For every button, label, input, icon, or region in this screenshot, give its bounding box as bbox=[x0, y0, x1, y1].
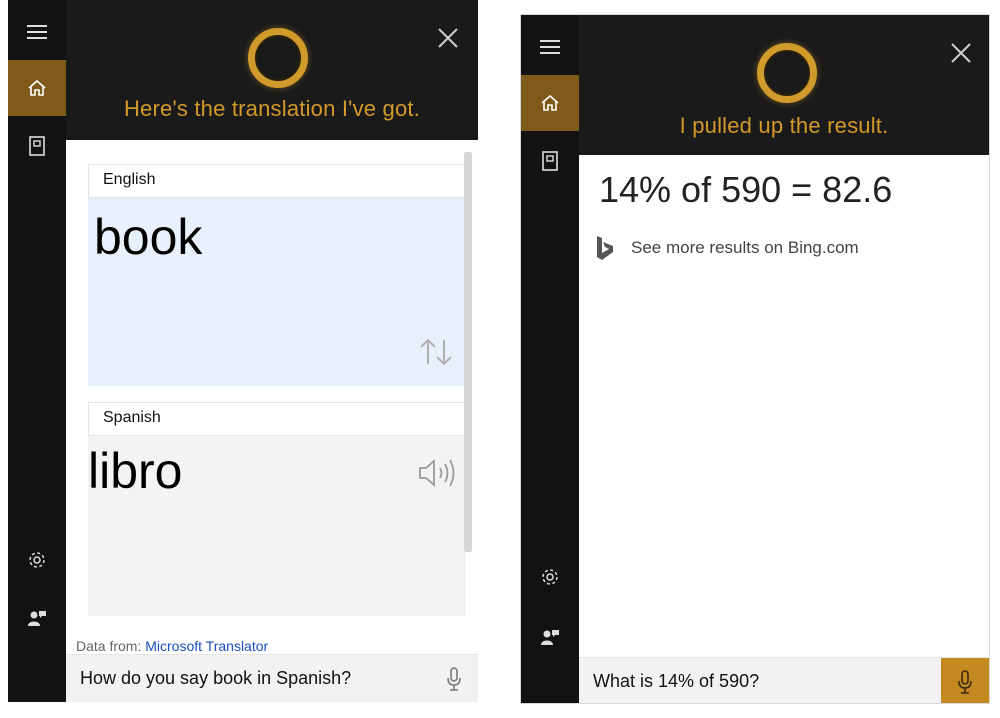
menu-button[interactable] bbox=[521, 19, 579, 75]
bing-link-text[interactable]: See more results on Bing.com bbox=[631, 238, 859, 258]
notebook-icon bbox=[29, 136, 45, 156]
header-message: I pulled up the result. bbox=[679, 113, 889, 138]
cortana-ring-icon bbox=[757, 43, 817, 103]
left-rail bbox=[8, 0, 66, 702]
source-language-selector[interactable]: English bbox=[88, 164, 466, 198]
home-button[interactable] bbox=[8, 60, 66, 116]
speaker-icon[interactable] bbox=[418, 458, 458, 488]
notebook-icon bbox=[542, 151, 558, 171]
target-text-area: Spanish libro bbox=[88, 402, 466, 616]
scrollbar-thumb[interactable] bbox=[464, 152, 472, 552]
cortana-translation-panel: Here's the translation I've got. English… bbox=[8, 0, 478, 702]
source-word: book bbox=[94, 209, 203, 265]
home-button[interactable] bbox=[521, 75, 579, 131]
attribution: Data from: Microsoft Translator bbox=[76, 638, 268, 654]
settings-button[interactable] bbox=[521, 549, 579, 605]
microphone-icon bbox=[447, 667, 461, 691]
target-language-selector[interactable]: Spanish bbox=[88, 402, 466, 436]
close-icon[interactable] bbox=[436, 26, 460, 50]
left-rail bbox=[521, 15, 579, 703]
calculation-result: 14% of 590 = 82.6 bbox=[599, 169, 893, 210]
attribution-prefix: Data from: bbox=[76, 638, 142, 654]
microphone-button[interactable] bbox=[430, 655, 478, 702]
microphone-button[interactable] bbox=[941, 658, 989, 703]
cortana-ring-icon bbox=[248, 28, 308, 88]
target-word: libro bbox=[88, 443, 183, 499]
notebook-button[interactable] bbox=[521, 133, 579, 189]
menu-button[interactable] bbox=[8, 4, 66, 60]
home-icon bbox=[541, 94, 559, 111]
hamburger-icon bbox=[540, 40, 560, 54]
search-box[interactable]: How do you say book in Spanish? bbox=[66, 654, 478, 702]
gear-icon bbox=[29, 552, 45, 568]
search-query-text[interactable]: What is 14% of 590? bbox=[593, 671, 759, 692]
source-text-area[interactable]: English book bbox=[88, 164, 466, 386]
cortana-calculator-panel: I pulled up the result. 14% of 590 = 82.… bbox=[520, 14, 990, 704]
result-content: 14% of 590 = 82.6 See more results on Bi… bbox=[579, 155, 989, 657]
cortana-header: I pulled up the result. bbox=[579, 15, 989, 155]
search-box[interactable]: What is 14% of 590? bbox=[579, 657, 989, 703]
feedback-button[interactable] bbox=[521, 609, 579, 665]
cortana-header: Here's the translation I've got. bbox=[66, 0, 478, 140]
settings-button[interactable] bbox=[8, 532, 66, 588]
hamburger-icon bbox=[27, 25, 47, 39]
bing-results-link[interactable]: See more results on Bing.com bbox=[595, 235, 859, 261]
microsoft-translator-link[interactable]: Microsoft Translator bbox=[145, 638, 268, 654]
translation-content: English book Spanish libro Data from: Mi… bbox=[66, 140, 478, 654]
swap-arrows-icon[interactable] bbox=[418, 336, 454, 368]
feedback-icon bbox=[28, 611, 46, 626]
close-icon[interactable] bbox=[949, 41, 973, 65]
home-icon bbox=[28, 79, 46, 96]
feedback-icon bbox=[541, 630, 559, 645]
microphone-icon bbox=[958, 670, 972, 694]
gear-icon bbox=[542, 569, 558, 585]
search-query-text[interactable]: How do you say book in Spanish? bbox=[80, 668, 351, 689]
header-message: Here's the translation I've got. bbox=[123, 96, 421, 121]
feedback-button[interactable] bbox=[8, 590, 66, 646]
bing-logo-icon bbox=[597, 236, 613, 260]
notebook-button[interactable] bbox=[8, 118, 66, 174]
